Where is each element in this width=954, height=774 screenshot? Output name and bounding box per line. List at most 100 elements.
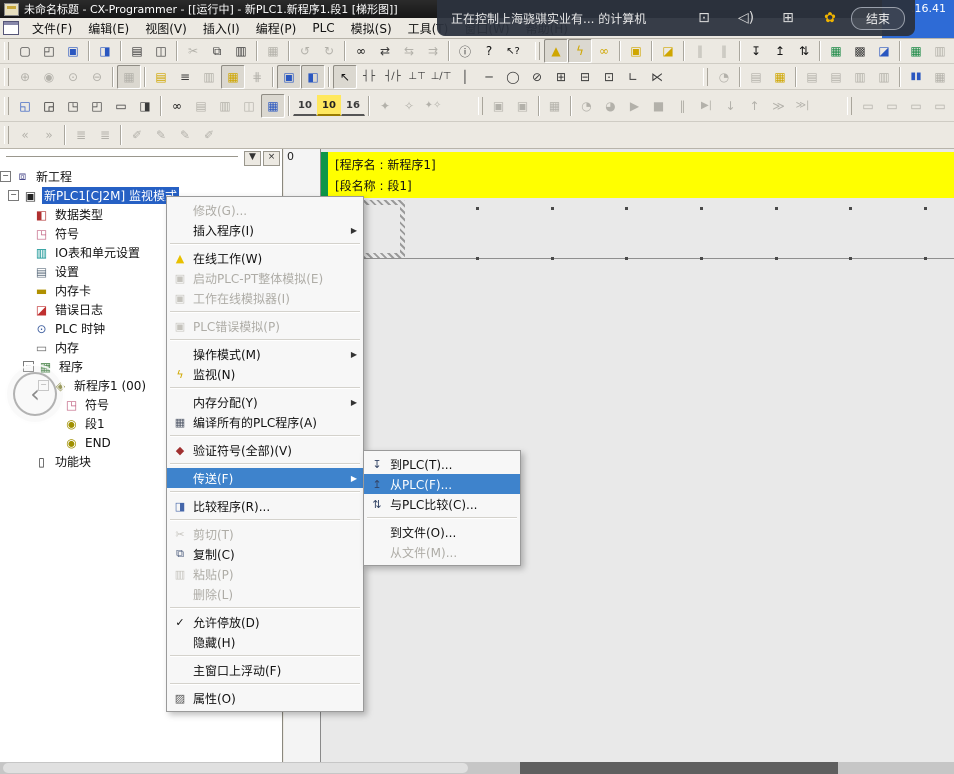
ctx-操作模式[interactable]: 操作模式(M)▶ bbox=[167, 344, 363, 364]
ctx-验证符号[interactable]: ◆验证符号(全部)(V) bbox=[167, 440, 363, 460]
ctx-PLC错误模拟[interactable]: ▣PLC错误模拟(P) bbox=[167, 316, 363, 336]
ctx-监视[interactable]: ϟ监视(N) bbox=[167, 364, 363, 384]
find-button[interactable]: ∞ bbox=[349, 39, 373, 63]
menubar-item-文件[interactable]: 文件(F) bbox=[25, 18, 79, 39]
copy-button[interactable]: ⧉ bbox=[205, 39, 229, 63]
ctx-内存分配[interactable]: 内存分配(Y)▶ bbox=[167, 392, 363, 412]
pause-button[interactable]: ‖ bbox=[712, 39, 736, 63]
pause-monitoring-button[interactable]: ‖ bbox=[688, 39, 712, 63]
unit-setup-button[interactable]: ▥ bbox=[928, 39, 952, 63]
trace-pause-button[interactable]: ◔ bbox=[712, 65, 736, 89]
monitor-button[interactable]: ϟ bbox=[568, 39, 592, 63]
toolbar-grip[interactable] bbox=[4, 42, 9, 60]
transfer-与PLC比较[interactable]: ⇅与PLC比较(C)... bbox=[364, 494, 520, 514]
fullscreen-icon[interactable]: ⊡ bbox=[691, 10, 717, 26]
toolbar-grip[interactable] bbox=[703, 68, 708, 86]
sim-save-button[interactable]: ▣ bbox=[487, 94, 511, 118]
select-mode-button[interactable]: ↖ bbox=[333, 65, 357, 89]
tree-expander[interactable]: − bbox=[8, 190, 19, 201]
sim-connect-button[interactable]: ◕ bbox=[599, 94, 623, 118]
transfer-从文件[interactable]: 从文件(M)... bbox=[364, 542, 520, 562]
find-replace4-button[interactable]: ◫ bbox=[237, 94, 261, 118]
print-preview-button[interactable]: ◫ bbox=[149, 39, 173, 63]
menubar-item-编辑[interactable]: 编辑(E) bbox=[81, 18, 136, 39]
ctx-比较程序[interactable]: ◨比较程序(R)... bbox=[167, 496, 363, 516]
rung-comment-button[interactable]: ▤ bbox=[149, 65, 173, 89]
replace-button[interactable]: ⇄ bbox=[373, 39, 397, 63]
ctx-工作在线模拟器[interactable]: ▣工作在线模拟器(I) bbox=[167, 288, 363, 308]
work-online-button[interactable]: ▲ bbox=[544, 39, 568, 63]
paste-button[interactable]: ▥ bbox=[229, 39, 253, 63]
force-status-button[interactable]: ▣ bbox=[624, 39, 648, 63]
tree-item-新工程[interactable]: −⧈新工程 bbox=[0, 167, 282, 186]
scrollbar-thumb[interactable] bbox=[520, 762, 838, 774]
l-connection-button[interactable]: ∟ bbox=[621, 65, 645, 89]
contact-closed-button[interactable]: ┤∕├ bbox=[381, 65, 405, 89]
find-symbol-button[interactable]: ∞ bbox=[165, 94, 189, 118]
next-reference-button[interactable]: ✎ bbox=[173, 123, 197, 147]
monitor-hex-button[interactable]: 16 bbox=[341, 95, 365, 116]
sim-save-as-button[interactable]: ▣ bbox=[511, 94, 535, 118]
menubar-item-视图[interactable]: 视图(V) bbox=[138, 18, 194, 39]
sim-stop-button[interactable]: ■ bbox=[647, 94, 671, 118]
transfer-to-plc-button[interactable]: ↧ bbox=[744, 39, 768, 63]
inverted-instruction-button[interactable]: ⊟ bbox=[573, 65, 597, 89]
ctx-粘贴[interactable]: ▥粘贴(P) bbox=[167, 564, 363, 584]
delete-cell-button[interactable]: ▥ bbox=[872, 65, 896, 89]
sim-step-out-button[interactable]: ↑ bbox=[743, 94, 767, 118]
ctx-启动PLC-PT整体模拟[interactable]: ▣启动PLC-PT整体模拟(E) bbox=[167, 268, 363, 288]
toolbox-icon[interactable]: ⊞ bbox=[775, 10, 801, 26]
find-replace2-button[interactable]: ▤ bbox=[189, 94, 213, 118]
float-window-button[interactable]: ◱ bbox=[13, 94, 37, 118]
monitor-decimal-button[interactable]: 10 bbox=[293, 95, 317, 116]
differential-monitor-button[interactable]: ∞ bbox=[592, 39, 616, 63]
search-project-button[interactable]: ◨ bbox=[93, 39, 117, 63]
watch-window-button[interactable]: ◧ bbox=[301, 65, 325, 89]
sim-step-button[interactable]: ▶| bbox=[695, 94, 719, 118]
force-cancel-button[interactable]: ✦✧ bbox=[421, 94, 445, 118]
transfer-从PLC[interactable]: ↥从PLC(F)... bbox=[364, 474, 520, 494]
insert-rung-button[interactable]: ▤ bbox=[800, 65, 824, 89]
new-file-button[interactable]: ▢ bbox=[13, 39, 37, 63]
watch-tab-button[interactable]: ▮▮ bbox=[904, 65, 928, 89]
contact-open-button[interactable]: ┤├ bbox=[357, 65, 381, 89]
instruction-box-button[interactable]: ⊞ bbox=[549, 65, 573, 89]
paste-special-button[interactable]: ▦ bbox=[261, 39, 285, 63]
list-down-button[interactable]: ≣ bbox=[93, 123, 117, 147]
sim-mode-button[interactable]: ◔ bbox=[575, 94, 599, 118]
ctx-删除[interactable]: 删除(L) bbox=[167, 584, 363, 604]
find-in-project-button[interactable]: ⇆ bbox=[397, 39, 421, 63]
ctx-修改[interactable]: 修改(G)... bbox=[167, 200, 363, 220]
list-up-button[interactable]: ≣ bbox=[69, 123, 93, 147]
ctx-在线工作[interactable]: ▲在线工作(W) bbox=[167, 248, 363, 268]
context-help-button[interactable]: ↖? bbox=[501, 39, 525, 63]
menubar-item-模拟[interactable]: 模拟(S) bbox=[344, 18, 399, 39]
menubar-item-编程[interactable]: 编程(P) bbox=[249, 18, 304, 39]
undo-button[interactable]: ↺ bbox=[293, 39, 317, 63]
io-comment-view-button[interactable]: ▦ bbox=[261, 94, 285, 118]
zoom-out-button[interactable]: ⊖ bbox=[85, 65, 109, 89]
ctx-允许停放[interactable]: ✓允许停放(D) bbox=[167, 612, 363, 632]
plc-memory2-button[interactable]: ▭ bbox=[880, 94, 904, 118]
toolbar-grip[interactable] bbox=[4, 97, 9, 115]
help-button[interactable]: ? bbox=[477, 39, 501, 63]
zoom-in-button[interactable]: ⊕ bbox=[13, 65, 37, 89]
ctx-编译所有的PLC程序[interactable]: ▦编译所有的PLC程序(A) bbox=[167, 412, 363, 432]
compile-all-button[interactable]: ▩ bbox=[848, 39, 872, 63]
speaker-icon[interactable]: ◁) bbox=[733, 10, 759, 26]
function-block-button[interactable]: ⊡ bbox=[597, 65, 621, 89]
delete-rung-button[interactable]: ▤ bbox=[824, 65, 848, 89]
address-reference-tool-button[interactable]: ▣ bbox=[277, 65, 301, 89]
rung-monitor-button[interactable]: ▥ bbox=[197, 65, 221, 89]
window-properties-button[interactable]: ◨ bbox=[133, 94, 157, 118]
ctx-传送[interactable]: 传送(F)▶ bbox=[167, 468, 363, 488]
vertical-line-button[interactable]: │ bbox=[453, 65, 477, 89]
monitor-signed-decimal-button[interactable]: 10 bbox=[317, 95, 341, 116]
about-button[interactable]: ⓘ bbox=[453, 39, 477, 63]
open-file-button[interactable]: ◰ bbox=[37, 39, 61, 63]
grid-toggle-button[interactable]: ▦ bbox=[117, 65, 141, 89]
toolbar-grip[interactable] bbox=[478, 97, 483, 115]
tile-windows-button[interactable]: ⋕ bbox=[245, 65, 269, 89]
transfer-from-plc-button[interactable]: ↥ bbox=[768, 39, 792, 63]
io-table-button[interactable]: ▦ bbox=[904, 39, 928, 63]
